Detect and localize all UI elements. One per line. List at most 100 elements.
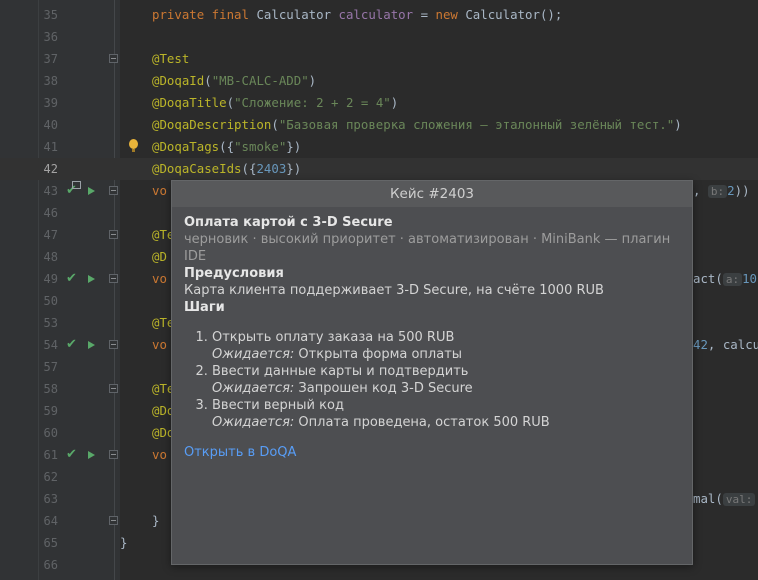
code-fragment: act(a: 10 xyxy=(693,271,758,286)
code-token: calculator xyxy=(338,7,414,22)
code-line[interactable]: 37 @Test xyxy=(0,48,758,70)
preconditions-text: Карта клиента поддерживает 3-D Secure, н… xyxy=(184,283,604,298)
param-hint: b: xyxy=(707,185,728,198)
fold-icon[interactable] xyxy=(109,340,118,349)
line-number: 40 xyxy=(43,118,58,132)
line-number: 53 xyxy=(43,316,58,330)
code-line[interactable]: 35 private final Calculator calculator = … xyxy=(0,4,758,26)
code-line[interactable]: 39 @DoqaTitle("Сложение: 2 + 2 = 4") xyxy=(0,92,758,114)
case-title: Оплата картой с 3-D Secure xyxy=(184,215,393,230)
code-text: } xyxy=(152,510,159,532)
code-line[interactable]: 42 @DoqaCaseIds({2403}) xyxy=(0,158,758,180)
line-number: 48 xyxy=(43,250,58,264)
code-token: @DoqaCaseIds xyxy=(152,161,242,176)
step-expected: Ожидается: Открыта форма оплаты xyxy=(212,346,680,363)
code-line[interactable]: 40 @DoqaDescription("Базовая проверка сло… xyxy=(0,114,758,136)
line-number: 60 xyxy=(43,426,58,440)
code-token: @DoqaTitle xyxy=(152,95,227,110)
code-token: @DoqaDescription xyxy=(152,117,272,132)
case-link-icon[interactable] xyxy=(72,181,81,189)
line-number: 59 xyxy=(43,404,58,418)
code-text: } xyxy=(120,532,127,554)
code-text: @DoqaCaseIds({2403}) xyxy=(152,158,301,180)
line-number: 36 xyxy=(43,30,58,44)
code-token: vo xyxy=(152,447,167,462)
code-line[interactable]: 41 @DoqaTags({"smoke"}) xyxy=(0,136,758,158)
code-token: Calculator(); xyxy=(465,7,563,22)
code-token: ( xyxy=(204,73,212,88)
code-token: ( xyxy=(271,117,279,132)
line-number: 65 xyxy=(43,536,58,550)
code-line[interactable]: 38 @DoqaId("MB-CALC-ADD") xyxy=(0,70,758,92)
line-number: 37 xyxy=(43,52,58,66)
code-text: @DoqaId("MB-CALC-ADD") xyxy=(152,70,316,92)
step-item: Ввести верный код Ожидается: Оплата пров… xyxy=(212,397,680,431)
step-item: Открыть оплату заказа на 500 RUB Ожидает… xyxy=(212,329,680,363)
step-expected: Ожидается: Запрошен код 3-D Secure xyxy=(212,380,680,397)
code-fragment: mal(val: xyxy=(693,488,756,511)
line-number: 38 xyxy=(43,74,58,88)
code-text: @Test xyxy=(152,48,189,70)
code-text: vo xyxy=(152,444,167,466)
popup-header: Кейс #2403 xyxy=(172,181,692,207)
line-number: 63 xyxy=(43,492,58,506)
code-token: private final xyxy=(152,7,257,22)
code-token: } xyxy=(152,513,160,528)
check-icon: ✔ xyxy=(66,271,77,286)
code-token: ) xyxy=(390,95,399,110)
popup-body: Оплата картой с 3-D Secure черновик · вы… xyxy=(172,207,692,461)
code-token: }) xyxy=(286,161,302,176)
code-token: vo xyxy=(152,183,167,198)
preconditions-label: Предусловия xyxy=(184,266,284,281)
code-token: "MB-CALC-ADD" xyxy=(211,73,309,88)
code-token: 2403 xyxy=(256,161,287,176)
fold-icon[interactable] xyxy=(109,54,118,63)
param-hint: a: xyxy=(722,273,743,286)
line-number: 61 xyxy=(43,448,58,462)
code-token: ({ xyxy=(241,161,257,176)
code-text: @DoqaTags({"smoke"}) xyxy=(152,136,301,158)
step-item: Ввести данные карты и подтвердить Ожидае… xyxy=(212,363,680,397)
line-number: 43 xyxy=(43,184,58,198)
expected-text: Оплата проведена, остаток 500 RUB xyxy=(298,415,550,430)
line-number: 66 xyxy=(43,558,58,572)
run-icon[interactable] xyxy=(88,341,95,349)
expected-label: Ожидается: xyxy=(212,347,295,362)
code-token: @DoqaTags xyxy=(152,139,220,154)
run-icon[interactable] xyxy=(88,451,95,459)
code-token: ) xyxy=(308,73,317,88)
open-in-doqa-link[interactable]: Открыть в DoQA xyxy=(184,444,296,461)
fold-icon[interactable] xyxy=(109,230,118,239)
code-line[interactable]: 36 xyxy=(0,26,758,48)
code-token: Calculator xyxy=(256,7,339,22)
run-icon[interactable] xyxy=(88,187,95,195)
fold-icon[interactable] xyxy=(109,186,118,195)
code-token: vo xyxy=(152,271,167,286)
code-fragment: , b: 2)) xyxy=(693,183,750,198)
code-text: vo xyxy=(152,334,167,356)
line-number: 46 xyxy=(43,206,58,220)
line-number: 57 xyxy=(43,360,58,374)
expected-text: Запрошен код 3-D Secure xyxy=(298,381,473,396)
fold-icon[interactable] xyxy=(109,274,118,283)
step-action: Ввести данные карты и подтвердить xyxy=(212,364,469,379)
code-token: = xyxy=(413,7,436,22)
line-number: 35 xyxy=(43,8,58,22)
code-text: @D xyxy=(152,246,167,268)
fold-icon[interactable] xyxy=(109,516,118,525)
code-token: @Test xyxy=(152,51,190,66)
expected-text: Открыта форма оплаты xyxy=(298,347,463,362)
intention-bulb-icon[interactable] xyxy=(129,139,138,152)
fold-icon[interactable] xyxy=(109,450,118,459)
check-icon: ✔ xyxy=(66,447,77,462)
run-icon[interactable] xyxy=(88,275,95,283)
code-text: vo xyxy=(152,268,167,290)
steps-list: Открыть оплату заказа на 500 RUB Ожидает… xyxy=(184,329,680,431)
param-hint: val: xyxy=(722,493,756,506)
code-token: ) xyxy=(674,117,682,132)
fold-icon[interactable] xyxy=(109,384,118,393)
step-action: Открыть оплату заказа на 500 RUB xyxy=(212,330,455,345)
line-number: 64 xyxy=(43,514,58,528)
line-number: 42 xyxy=(43,162,58,176)
step-action: Ввести верный код xyxy=(212,398,344,413)
